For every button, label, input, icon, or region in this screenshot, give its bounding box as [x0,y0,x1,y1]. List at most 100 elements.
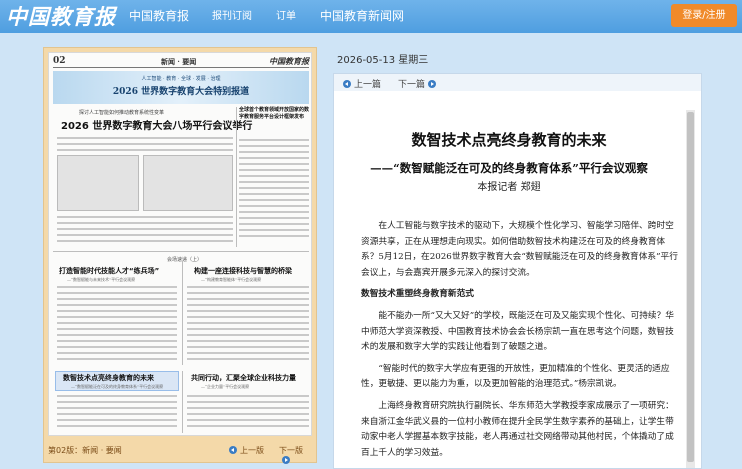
text-line [57,395,177,397]
text-line [239,205,309,207]
text-line [239,193,309,195]
text-line [187,407,309,409]
text-line [187,395,309,397]
newspaper-page-image[interactable]: 02 新闻 · 要闻 中国教育报 人工智能 · 教育 · 全球 · 发展 · 治… [48,52,312,436]
arrow-left-icon [229,446,237,454]
series-label: 会场速递（上） [167,257,203,263]
current-page-label: 第02版：新闻 · 要闻 [48,446,122,455]
text-line [57,413,177,415]
prev-page-link[interactable]: 上一版 [226,445,264,456]
nav-zhongguo-jiaoyubao[interactable]: 中国教育报 [129,0,189,33]
article-kicker-1: —“数智赋能与未来技术”平行会议观察 [67,277,136,282]
text-line [57,222,233,224]
text-line [187,334,309,336]
text-line [187,322,309,324]
paper-kicker: 探讨人工智能如何推动教育系统性变革 [79,110,165,116]
article-byline: 本报记者 郑翅 [477,182,541,193]
prev-article-label: 上一篇 [354,80,382,90]
paper-banner-subtitle: 人工智能 · 教育 · 全球 · 发展 · 治理 [141,76,221,82]
text-line [239,151,309,153]
nav-orders[interactable]: 订单 [276,0,296,33]
article-title-1[interactable]: 打造智能时代技能人才“练兵场” [59,266,159,276]
text-line [239,157,309,159]
article-kicker-2: —“构建教育智能体”平行会议观察 [201,277,262,282]
text-line [57,407,177,409]
text-line [239,223,309,225]
login-register-button[interactable]: 登录/注册 [671,4,737,27]
text-line [57,137,233,139]
article-paragraph: “智能时代的数字大学应有更强的开放性，更加精准的个性化、更灵活的适应性，更敏捷、… [361,363,670,390]
section-divider [53,251,309,252]
paper-sidebar-headline[interactable]: 全球首个教育领域开放国家的数字教育服务平台设计框架发布 [239,107,309,121]
page-pager: 第02版：新闻 · 要闻 上一版 下一版 [48,443,312,464]
text-line [187,292,309,294]
next-page-link[interactable]: 下一版 [279,445,312,465]
text-line [187,401,309,403]
article-reader: 上一篇 下一篇 数智技术点亮终身教育的未来 ——“数智赋能泛在可及的终身教育体系… [333,73,702,469]
article-paragraph: 能不能办一所“又大又好”的学校，既能泛在可及又能实现个性化、可持续？华中师范大学… [361,310,674,353]
text-line [187,304,309,306]
text-line [239,217,309,219]
text-line [57,286,177,288]
article-body: 在人工智能与数字技术的驱动下，大规模个性化学习、智能学习陪伴、跨时空资源共享，正… [361,219,681,464]
news-photo [143,155,233,211]
text-line [57,240,233,242]
text-line [187,346,309,348]
text-line [239,229,309,231]
text-line [239,187,309,189]
article-title-2[interactable]: 构建一座连接科技与智慧的桥梁 [194,266,292,276]
article-paragraph: 上海终身教育研究院执行副院长、华东师范大学教授李家成展示了一项研究：来自浙江金华… [361,400,674,458]
issue-date: 2026-05-13 星期三 [337,55,429,66]
text-line [57,328,177,330]
column-rule [236,107,237,247]
text-line [239,181,309,183]
text-line [57,316,177,318]
paper-banner-title: 2026 世界数字教育大会特别报道 [112,87,250,97]
next-article-link[interactable]: 下一篇 [398,77,439,90]
text-line [57,334,177,336]
text-line [57,419,177,421]
article-title-3[interactable]: 数智技术点亮终身教育的未来 [63,373,154,383]
text-line [57,298,177,300]
text-line [187,352,309,354]
paper-section-name: 新闻 · 要闻 [161,57,197,66]
news-photo [57,155,139,211]
nav-education-news-net[interactable]: 中国教育新闻网 [320,0,404,33]
text-line [239,139,309,141]
text-line [187,413,309,415]
article-subtitle: ——“数智赋能泛在可及的终身教育体系”平行会议观察 [370,161,648,175]
text-line [187,310,309,312]
next-article-label: 下一篇 [398,80,426,90]
text-line [187,358,309,360]
text-line [57,346,177,348]
article-scrollbar[interactable] [686,110,695,468]
text-line [57,228,233,230]
next-page-label: 下一版 [279,446,303,455]
top-navigation-bar: 中国教育报 中国教育报 报刊订阅 订单 中国教育新闻网 登录/注册 [0,0,742,33]
paper-page-number: 02 [53,56,66,66]
article-navigation: 上一篇 下一篇 [334,74,701,91]
paper-masthead: 中国教育报 [269,56,309,66]
text-line [239,175,309,177]
text-line [239,163,309,165]
arrow-right-icon [282,456,290,464]
article-title-4[interactable]: 共同行动，汇聚全球企业科技力量 [191,373,296,383]
site-logo[interactable]: 中国教育报 [6,3,116,30]
nav-subscribe[interactable]: 报刊订阅 [212,0,252,33]
scrollbar-thumb[interactable] [687,112,694,462]
prev-article-link[interactable]: 上一篇 [340,77,381,90]
arrow-left-icon [343,80,351,88]
text-line [187,328,309,330]
text-line [239,169,309,171]
text-line [239,235,309,237]
text-line [187,419,309,421]
text-line [57,425,177,427]
article-section-heading: 数智技术重塑终身教育新范式 [361,289,474,300]
text-line [187,286,309,288]
text-line [187,298,309,300]
text-line [57,310,177,312]
paper-headline[interactable]: 2026 世界数字教育大会八场平行会议举行 [61,117,252,132]
prev-page-label: 上一版 [240,446,264,455]
text-line [57,234,233,236]
text-line [57,292,177,294]
